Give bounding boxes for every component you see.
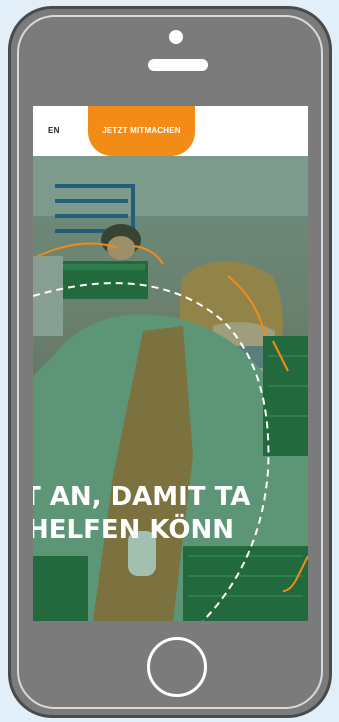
hero-headline: T AN, DAMIT TA HELFEN KÖNN	[33, 481, 308, 547]
phone-screen: EN JETZT MITMACHEN T AN, DAMIT TA HELFEN…	[33, 106, 308, 621]
front-camera-icon	[169, 30, 183, 44]
nav-item-partial[interactable]: EN	[48, 126, 60, 135]
headline-line-2: HELFEN KÖNN	[33, 515, 235, 545]
green-overlay	[33, 156, 308, 621]
hero-photo	[33, 156, 308, 621]
speaker-slot	[148, 59, 208, 71]
join-now-button[interactable]: JETZT MITMACHEN	[88, 106, 195, 156]
home-button[interactable]	[147, 637, 207, 697]
site-header: EN JETZT MITMACHEN	[33, 106, 308, 156]
headline-line-1: T AN, DAMIT TA	[33, 482, 251, 512]
hero-section: T AN, DAMIT TA HELFEN KÖNN	[33, 156, 308, 621]
